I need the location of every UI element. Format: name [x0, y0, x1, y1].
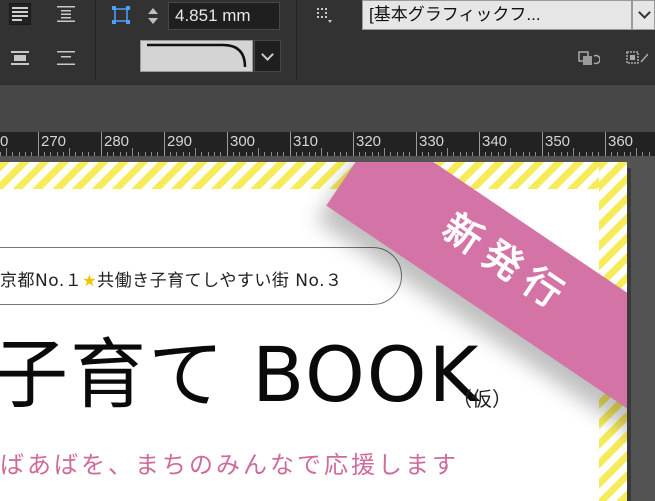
ruler-tick [416, 132, 417, 156]
align-vertical-justify-button[interactable] [55, 3, 77, 25]
frame-fitting-button[interactable] [626, 47, 648, 69]
ruler-tick [132, 148, 133, 156]
title-note[interactable]: （仮） [452, 383, 512, 412]
frame-fitting-icon [626, 51, 648, 64]
ruler-tick [384, 148, 385, 156]
ruler-tick [290, 132, 291, 156]
document-tab-bar [0, 84, 655, 133]
align-justify-left-icon [12, 7, 28, 21]
corner-options-button[interactable] [110, 4, 132, 26]
document-page[interactable]: 京都No.１★共働き子育てしやすい街 No.３ 子育て BOOK （仮） ばあば… [0, 162, 627, 501]
ruler-label: 350 [545, 133, 571, 150]
tagline-right-text: 共働き子育てしやすい街 No.３ [97, 271, 343, 291]
ruler-tick [447, 148, 448, 156]
ruler-tick [101, 132, 102, 156]
corner-options-icon [112, 6, 130, 24]
horizontal-ruler: 0 270 280 290 300 310 320 330 340 350 36… [0, 132, 655, 157]
ruler-tick [258, 148, 259, 156]
ruler-label: 340 [482, 133, 508, 150]
corner-size-stepper[interactable] [143, 3, 165, 29]
clear-overrides-button[interactable] [578, 47, 600, 69]
chevron-down-icon [638, 6, 651, 19]
ruler-tick [195, 148, 196, 156]
ruler-label: 270 [41, 133, 67, 150]
separator [95, 0, 96, 80]
ruler-tick [510, 148, 511, 156]
document-canvas[interactable]: 京都No.１★共働き子育てしやすい街 No.３ 子育て BOOK （仮） ばあば… [0, 156, 655, 501]
control-panel: 4.851 mm [基本グラフィックフ... [0, 0, 655, 84]
corner-shape-preview[interactable] [140, 40, 253, 72]
ruler-tick [38, 132, 39, 156]
ruler-label: 320 [356, 133, 382, 150]
ruler-tick [164, 132, 165, 156]
align-bottom-button[interactable] [55, 47, 77, 69]
corner-shape-dropdown[interactable] [254, 40, 281, 72]
ruler-tick [542, 132, 543, 156]
clear-overrides-icon [578, 51, 600, 65]
align-bottom-icon [57, 51, 75, 65]
stepper-down-icon[interactable] [148, 18, 158, 24]
object-style-select[interactable]: [基本グラフィックフ... [362, 0, 632, 30]
top-stripe-border [0, 162, 627, 189]
tagline-text[interactable]: 京都No.１★共働き子育てしやすい街 No.３ [0, 266, 343, 291]
ruler-tick [227, 132, 228, 156]
separator [296, 0, 297, 80]
ruler-label: 0 [0, 133, 9, 150]
ruler-tick [321, 148, 322, 156]
tagline-left-text: 京都No.１ [0, 271, 83, 291]
ruler-label: 360 [608, 133, 634, 150]
object-style-panel-button[interactable] [313, 4, 335, 26]
chevron-down-icon [261, 48, 274, 61]
align-vertical-justify-icon [57, 6, 75, 22]
align-center-justify-icon [11, 51, 29, 65]
subtitle[interactable]: ばあばを、まちのみんなで応援します [0, 445, 459, 480]
ruler-tick [69, 148, 70, 156]
corner-curve-icon [147, 43, 247, 68]
ruler-tick [479, 132, 480, 156]
page-shadow [627, 168, 631, 501]
corner-size-input[interactable]: 4.851 mm [168, 2, 280, 30]
star-icon: ★ [82, 271, 98, 290]
ruler-label: 310 [293, 133, 319, 150]
ruler-tick [573, 148, 574, 156]
ruler-label: 300 [230, 133, 256, 150]
stepper-up-icon[interactable] [148, 8, 158, 14]
ruler-tick [605, 132, 606, 156]
main-title[interactable]: 子育て BOOK [0, 335, 480, 415]
ruler-label: 280 [104, 133, 130, 150]
ruler-label: 290 [167, 133, 193, 150]
ruler-tick [636, 148, 637, 156]
align-center-justify-button[interactable] [9, 47, 31, 69]
ruler-tick [353, 132, 354, 156]
ribbon-text: 新発行 [434, 204, 579, 322]
object-style-dropdown[interactable] [632, 0, 655, 30]
object-style-icon [317, 8, 332, 23]
align-justify-left-button[interactable] [9, 3, 31, 25]
ruler-label: 330 [419, 133, 445, 150]
